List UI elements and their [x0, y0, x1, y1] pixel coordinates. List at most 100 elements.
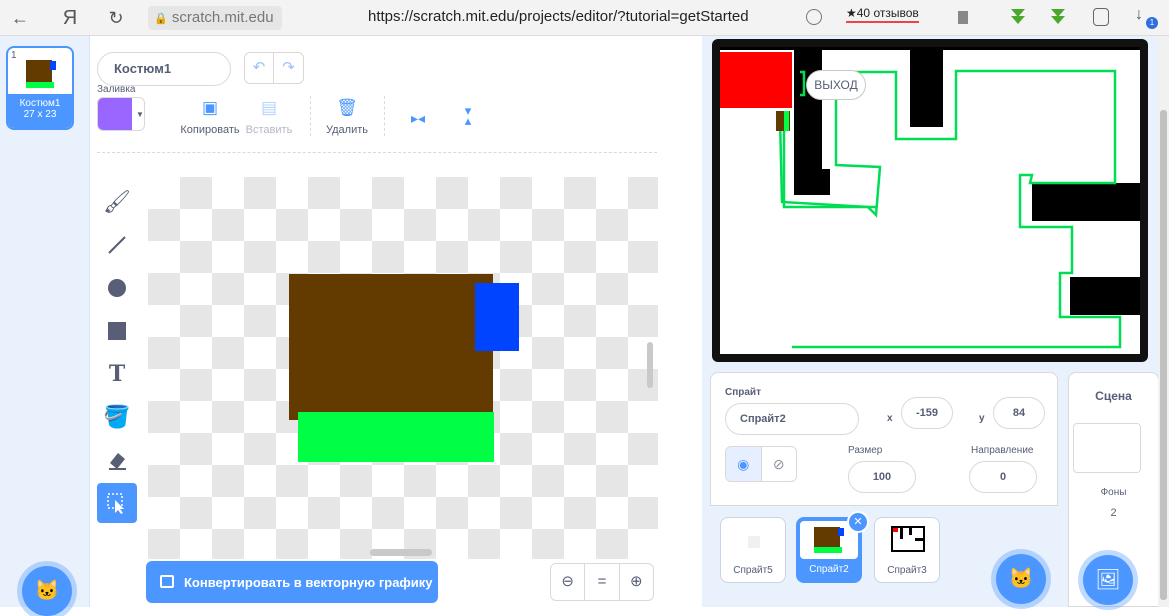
eraser-icon — [109, 453, 126, 470]
divider — [310, 96, 311, 136]
sprite-tile-name: Спрайт2 — [809, 564, 849, 575]
line-tool[interactable] — [97, 225, 137, 265]
trash-icon: ✕ — [853, 516, 863, 528]
choose-costume-button[interactable]: 🐱 — [22, 566, 72, 616]
canvas-vertical-scrollbar[interactable] — [647, 342, 653, 388]
y-input[interactable]: 84 — [993, 397, 1045, 429]
y-label: y — [979, 413, 985, 424]
paste-label: Вставить — [245, 124, 293, 136]
image-plus-icon: 🖼 — [1095, 569, 1121, 591]
size-label: Размер — [848, 445, 883, 456]
reload-icon[interactable]: ↻ — [104, 6, 128, 30]
paint-canvas[interactable] — [148, 177, 658, 559]
stage-target-panel[interactable]: Сцена Фоны 2 🖼 — [1068, 372, 1159, 607]
sprite-info-panel: Спрайт Спрайт2 x -159 y 84 ◉ ⊘ Размер 10… — [710, 372, 1058, 506]
rectangle-tool[interactable] — [97, 311, 137, 351]
brush-icon: 🖌 — [103, 189, 131, 214]
undo-icon[interactable]: ↶ — [245, 53, 274, 83]
delete-label: Удалить — [326, 124, 368, 136]
page-scrollbar[interactable] — [1158, 36, 1169, 607]
costume-name: Костюм1 — [19, 98, 61, 109]
sprite-tile[interactable]: Спрайт3 — [874, 517, 940, 583]
redo-icon[interactable]: ↷ — [274, 53, 303, 83]
fill-label: Заливка — [97, 84, 136, 95]
stage[interactable]: ВЫХОД — [712, 39, 1148, 362]
costume-size: 27 x 23 — [23, 109, 57, 120]
direction-input[interactable]: 0 — [969, 461, 1037, 493]
stage-thumbnail — [1073, 423, 1141, 473]
zoom-out-icon[interactable]: ⊖ — [551, 564, 586, 600]
bookmark-icon[interactable] — [958, 11, 968, 24]
tool-palette: 🖌 T 🪣 — [97, 182, 137, 526]
paste-button[interactable]: ▤ Вставить — [242, 98, 296, 136]
convert-to-vector-button[interactable]: Конвертировать в векторную графику — [146, 561, 438, 603]
flip-horizontal-button[interactable]: ▸◂ — [406, 110, 430, 136]
page-scrollbar-thumb[interactable] — [1160, 110, 1167, 600]
text-icon: T — [108, 361, 126, 387]
zoom-reset-icon[interactable]: = — [585, 564, 620, 600]
paint-bucket-icon: 🪣 — [103, 404, 131, 429]
undo-redo-group: ↶ ↷ — [244, 52, 304, 84]
maze-backdrop — [720, 47, 1140, 349]
sprite-tile-name: Спрайт3 — [887, 565, 927, 576]
size-input[interactable]: 100 — [848, 461, 916, 493]
zoom-in-icon[interactable]: ⊕ — [620, 564, 653, 600]
costume-tile[interactable]: 1 Костюм1 27 x 23 — [6, 46, 74, 130]
eraser-tool[interactable] — [97, 440, 137, 480]
sprite-tile[interactable]: Спрайт5 — [720, 517, 786, 583]
delete-button[interactable]: 🗑 Удалить — [322, 98, 372, 136]
costume-drawing — [289, 274, 519, 462]
paint-editor: Костюм1 ↶ ↷ Заливка ▼ ▣ Копировать ▤ Вст… — [90, 36, 702, 607]
extensions-icon[interactable] — [1093, 8, 1109, 26]
zoom-controls: ⊖ = ⊕ — [550, 563, 654, 601]
sprite-name-input[interactable]: Спрайт2 — [725, 403, 859, 435]
trash-icon: 🗑 — [336, 98, 358, 117]
copy-label: Копировать — [180, 124, 240, 136]
copy-icon: ▣ — [201, 98, 219, 117]
text-tool[interactable]: T — [97, 354, 137, 394]
search-page-icon[interactable] — [806, 9, 822, 25]
exit-zone — [720, 52, 792, 108]
green-base — [298, 412, 494, 462]
sprite-tile-name: Спрайт5 — [733, 565, 773, 576]
circle-tool[interactable] — [97, 268, 137, 308]
brush-tool[interactable]: 🖌 — [97, 182, 137, 222]
delete-sprite-button[interactable]: ✕ — [847, 511, 869, 533]
back-arrow-icon[interactable]: ← — [8, 6, 32, 30]
domain-chip[interactable]: 🔒 scratch.mit.edu — [148, 6, 282, 30]
show-eye-icon[interactable]: ◉ — [726, 447, 762, 481]
copy-button[interactable]: ▣ Копировать — [178, 98, 242, 136]
download-arrow-icon-2[interactable] — [1048, 8, 1068, 26]
blue-block — [475, 283, 519, 351]
reviews-link[interactable]: ★40 отзывов — [846, 6, 919, 23]
costume-name-input[interactable]: Костюм1 — [97, 52, 231, 86]
choose-sprite-button[interactable]: 🐱 — [996, 554, 1046, 604]
hide-eye-icon[interactable]: ⊘ — [762, 447, 797, 481]
image-icon — [160, 575, 174, 588]
flip-vertical-button[interactable]: ▾ ▴ — [456, 103, 480, 132]
x-input[interactable]: -159 — [901, 397, 953, 429]
fill-color-picker[interactable]: ▼ — [97, 97, 145, 131]
downloads-badge: 1 — [1146, 17, 1158, 29]
select-icon — [107, 493, 124, 514]
sprite-thumbnail — [891, 526, 925, 552]
select-tool[interactable] — [97, 483, 137, 523]
flip-vertical-icon: ▾ ▴ — [464, 103, 472, 128]
backdrops-count: 2 — [1110, 507, 1117, 519]
downloads-icon[interactable]: ↓ — [1135, 6, 1143, 24]
address-bar[interactable]: https://scratch.mit.edu/projects/editor/… — [368, 8, 749, 25]
lock-icon: 🔒 — [154, 13, 168, 25]
rectangle-icon — [108, 322, 126, 340]
canvas-horizontal-scrollbar[interactable] — [370, 549, 432, 556]
choose-backdrop-button[interactable]: 🖼 — [1083, 555, 1133, 605]
backdrops-label: Фоны — [1100, 487, 1127, 498]
fill-tool[interactable]: 🪣 — [97, 397, 137, 437]
fill-color-swatch — [98, 98, 132, 130]
cat-plus-icon: 🐱 — [34, 580, 60, 602]
yandex-icon[interactable]: Я — [58, 6, 82, 30]
domain-label: scratch.mit.edu — [171, 9, 274, 26]
costume-number: 1 — [11, 50, 17, 61]
right-panel: ВЫХОД Спрайт Спрайт2 x -159 y 84 ◉ ⊘ Раз… — [702, 36, 1169, 607]
circle-icon — [108, 279, 126, 297]
download-arrow-icon[interactable] — [1008, 8, 1028, 26]
